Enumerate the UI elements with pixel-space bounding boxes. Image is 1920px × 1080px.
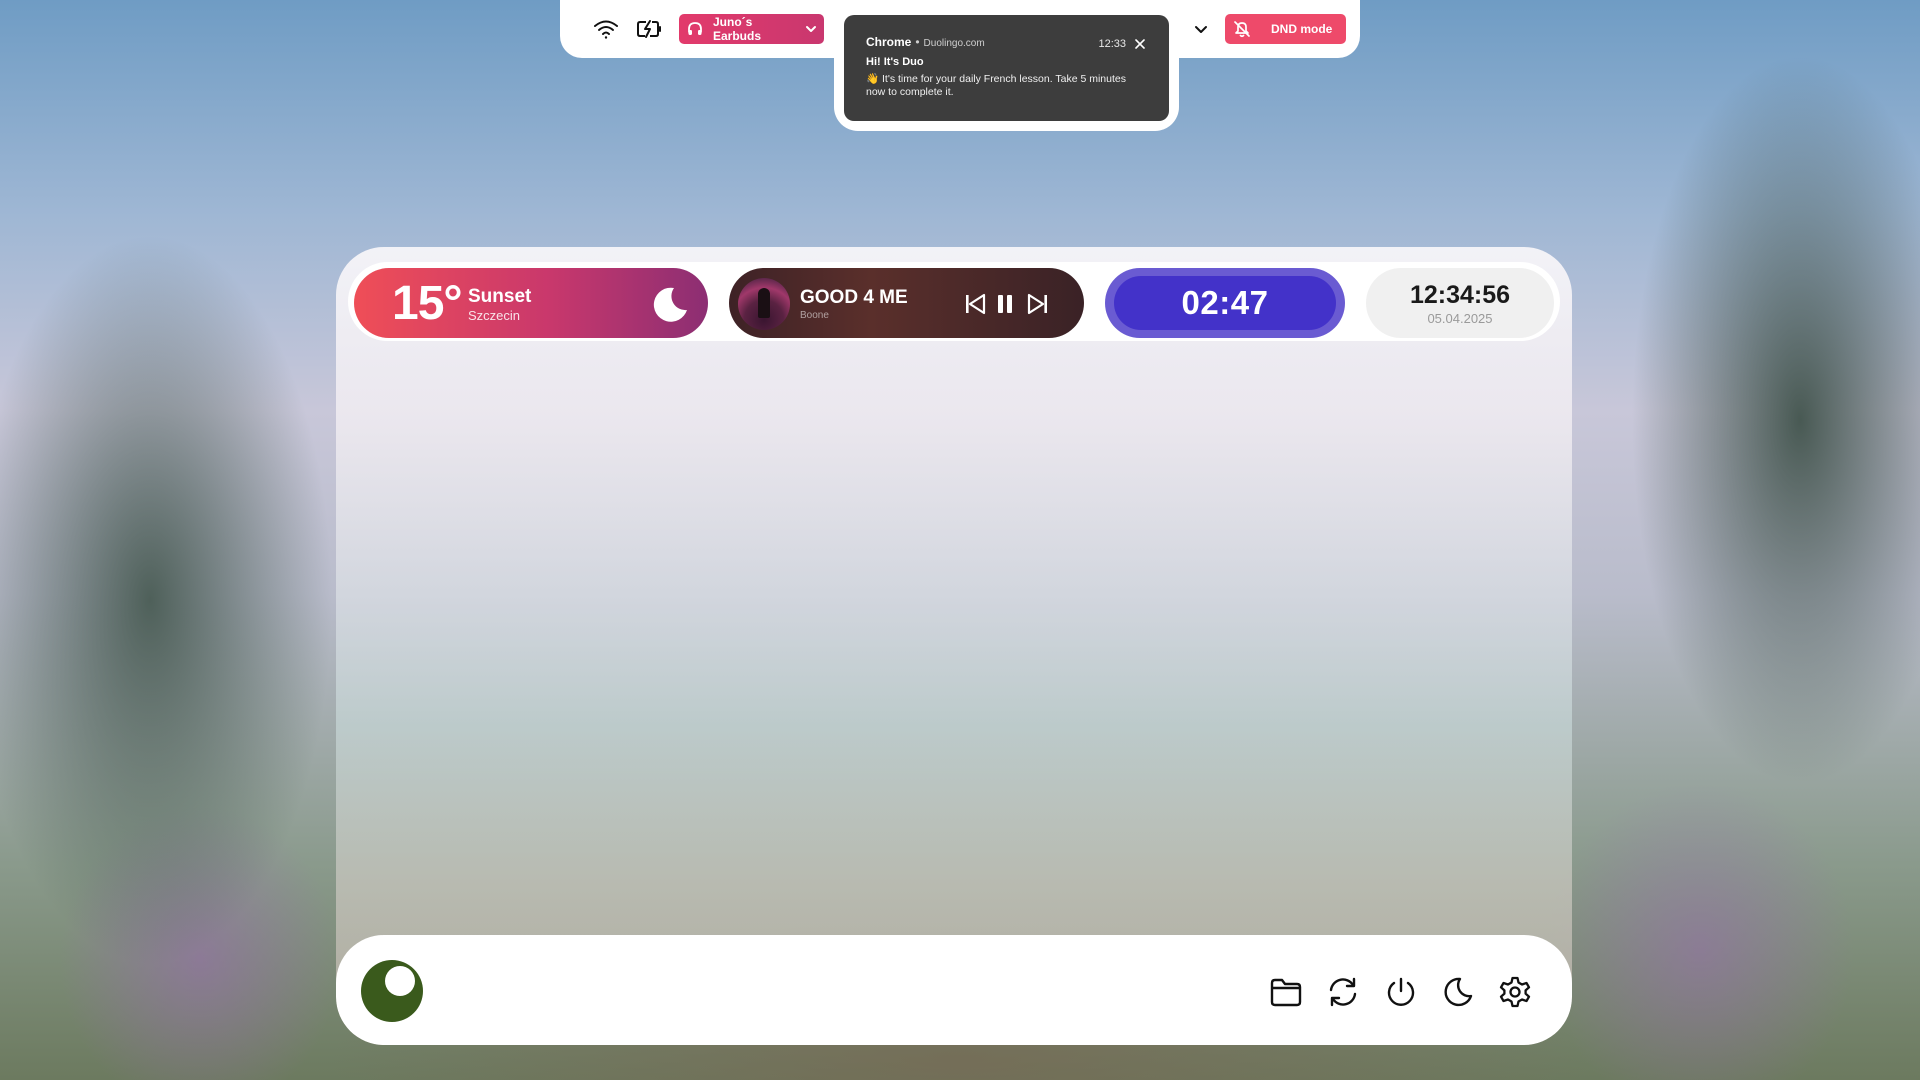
notification-time: 12:33: [1098, 38, 1126, 50]
notification-separator: •: [915, 35, 920, 49]
audio-device-button[interactable]: Juno´s Earbuds: [679, 14, 824, 44]
headphones-icon: [687, 21, 703, 37]
notification-title: Hi! It's Duo: [866, 56, 924, 68]
main-panel: 15° Sunset Szczecin GOOD 4 ME Boone 02:4…: [336, 247, 1572, 1045]
clock-time: 12:34:56: [1409, 281, 1511, 309]
notification-source: Duolingo.com: [923, 38, 985, 49]
bell-off-icon: [1233, 20, 1251, 38]
widget-row: 15° Sunset Szczecin GOOD 4 ME Boone 02:4…: [348, 262, 1560, 341]
notification-card[interactable]: Chrome • Duolingo.com 12:33 Hi! It's Duo…: [844, 15, 1169, 121]
wifi-icon[interactable]: [591, 14, 621, 44]
clock-widget: 12:34:56 05.04.2025: [1366, 268, 1554, 338]
notification-body: 👋 It's time for your daily French lesson…: [866, 73, 1126, 98]
pause-icon[interactable]: [992, 291, 1018, 317]
timer-widget[interactable]: 02:47: [1105, 268, 1345, 338]
chevron-down-icon[interactable]: [798, 14, 824, 44]
notification-app: Chrome: [866, 35, 912, 49]
song-artist: Boone: [800, 310, 829, 321]
expand-chevron-icon[interactable]: [1186, 14, 1216, 44]
clock-date: 05.04.2025: [1427, 311, 1493, 326]
previous-track-icon[interactable]: [962, 291, 988, 317]
song-title: GOOD 4 ME: [800, 287, 908, 308]
refresh-icon[interactable]: [1326, 975, 1360, 1009]
dnd-mode-button[interactable]: DND mode: [1225, 14, 1346, 44]
battery-charging-icon[interactable]: [635, 14, 665, 44]
weather-city: Szczecin: [468, 308, 521, 323]
settings-icon[interactable]: [1498, 975, 1532, 1009]
close-icon[interactable]: [1133, 37, 1147, 51]
moon-icon[interactable]: [1441, 975, 1475, 1009]
bottom-dock: [336, 935, 1572, 1045]
avatar[interactable]: [361, 960, 423, 1022]
moon-icon: [650, 284, 690, 324]
audio-device-label: Juno´s Earbuds: [713, 15, 762, 43]
weather-temperature: 15°: [392, 277, 463, 330]
next-track-icon[interactable]: [1025, 291, 1051, 317]
dnd-label: DND mode: [1271, 22, 1333, 36]
music-widget[interactable]: GOOD 4 ME Boone: [729, 268, 1084, 338]
weather-widget[interactable]: 15° Sunset Szczecin: [354, 268, 708, 338]
folder-icon[interactable]: [1269, 975, 1303, 1009]
avatar-dot: [385, 966, 415, 996]
album-art: [738, 278, 790, 330]
power-icon[interactable]: [1384, 975, 1418, 1009]
weather-condition: Sunset: [468, 286, 532, 307]
timer-remaining: 02:47: [1181, 284, 1269, 321]
